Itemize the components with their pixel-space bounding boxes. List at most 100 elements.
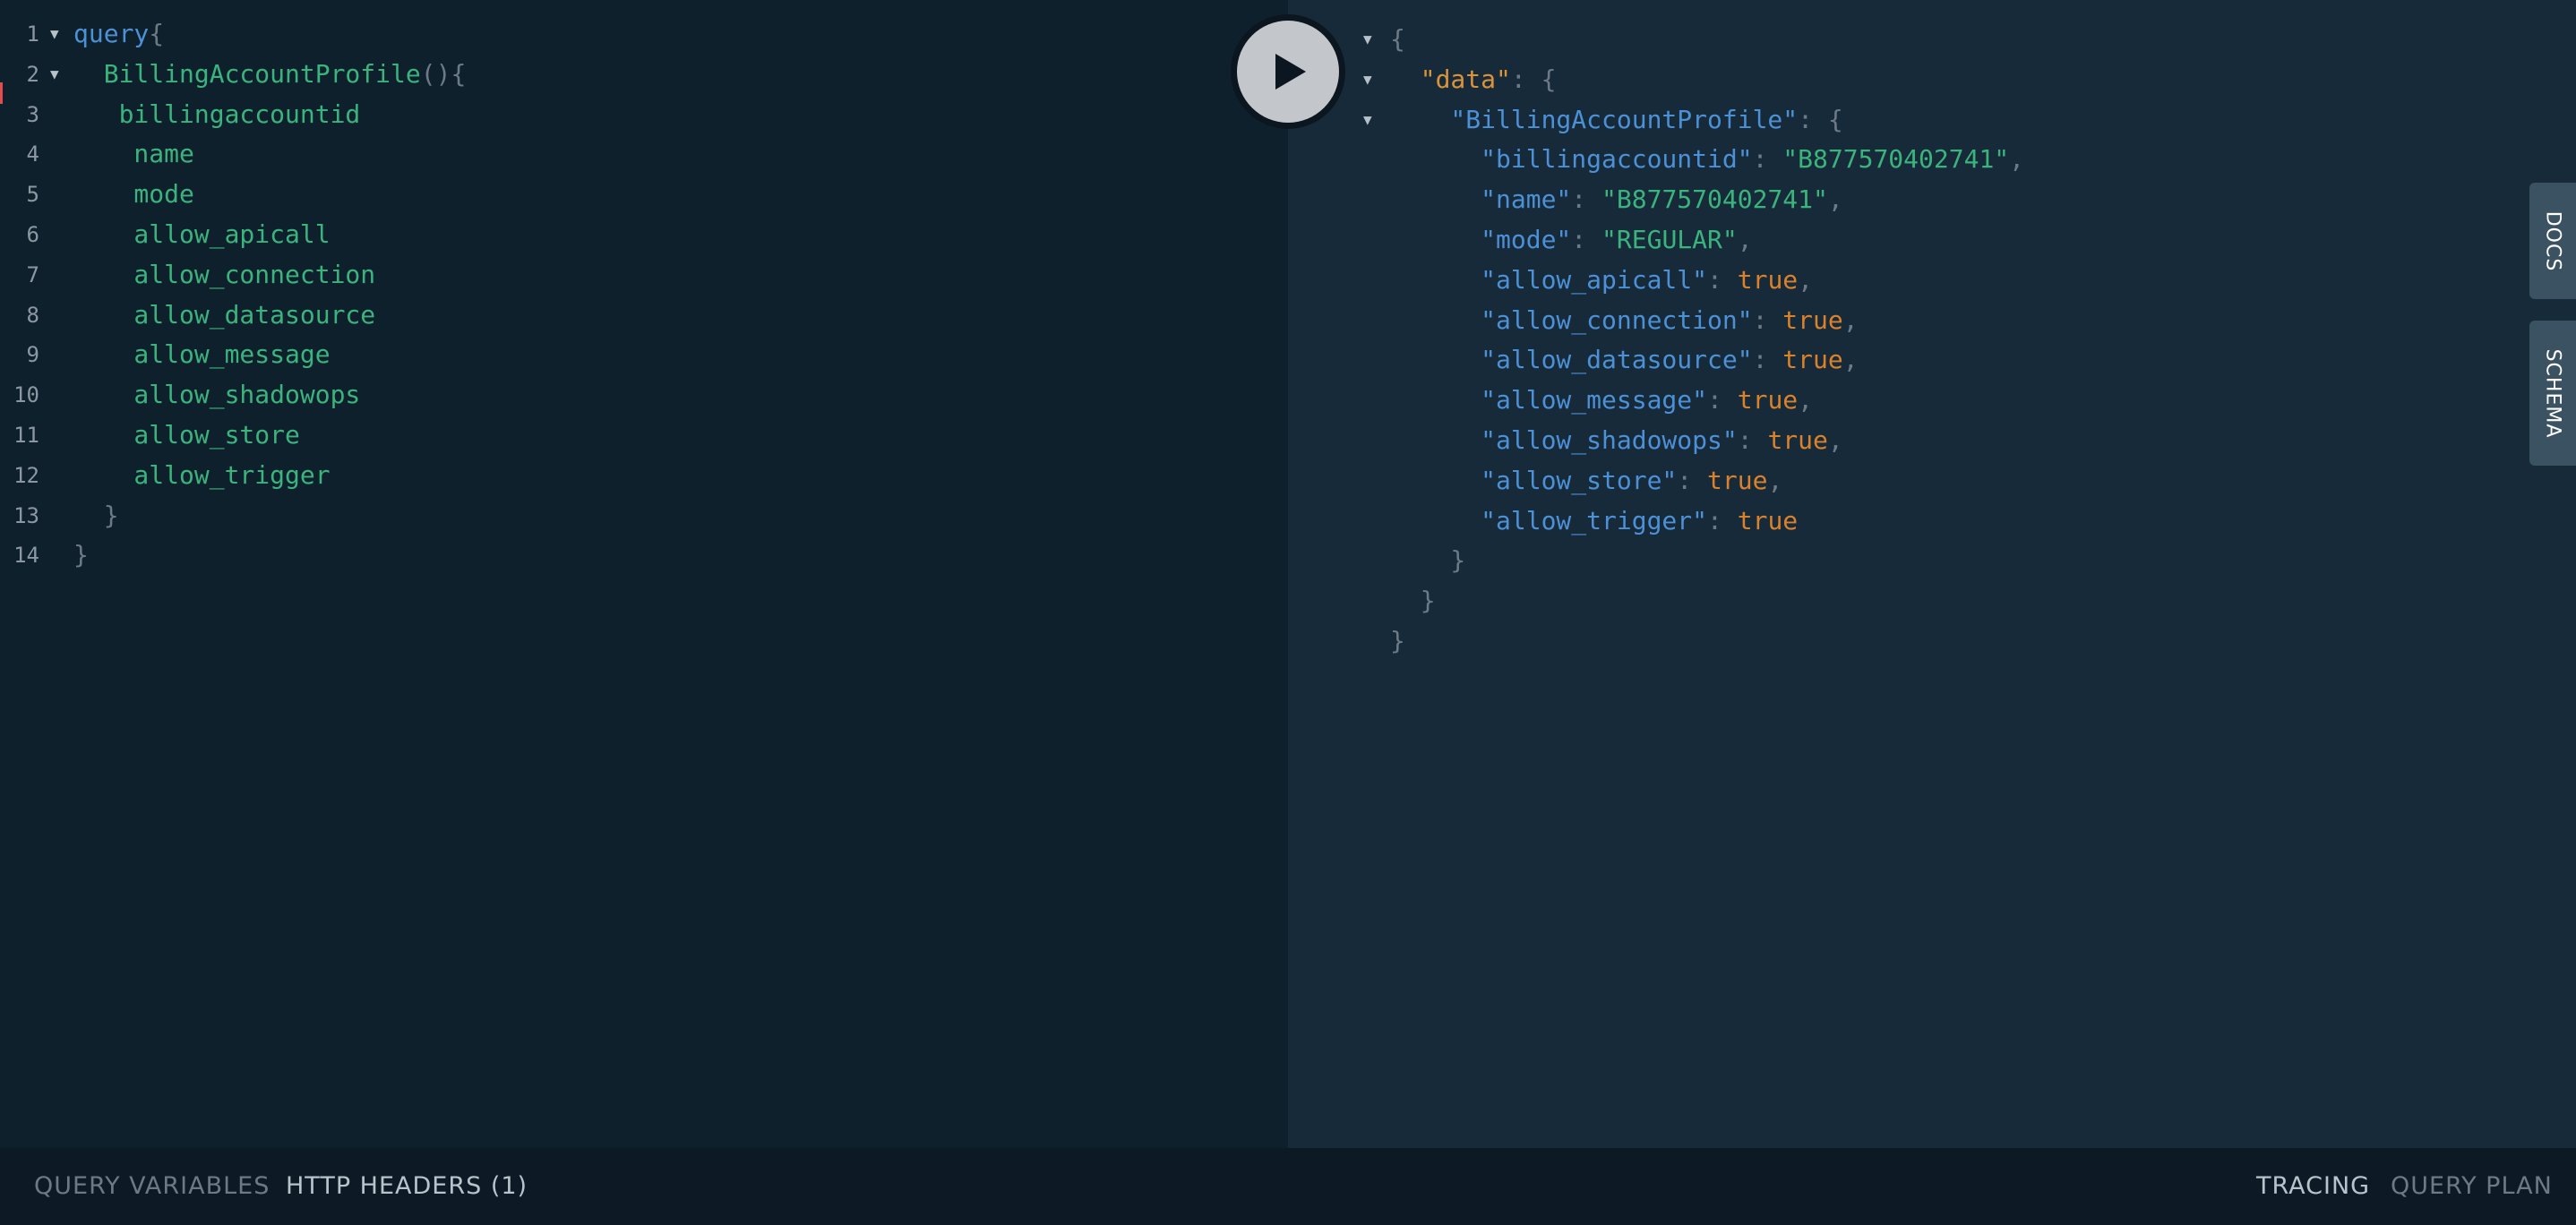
- json-token: "REGULAR": [1601, 225, 1738, 254]
- query-variables-tab[interactable]: QUERY VARIABLES: [34, 1148, 270, 1225]
- code-text: allow_apicall: [73, 215, 331, 254]
- code-token: allow_store: [73, 420, 300, 450]
- result-line: "allow_shadowops": true,: [1288, 421, 2524, 460]
- result-viewer[interactable]: ▼{▼ "data": {▼ "BillingAccountProfile": …: [1288, 0, 2576, 1148]
- run-query-button[interactable]: [1231, 14, 1345, 129]
- json-token: true: [1737, 264, 1799, 295]
- json-token: :: [1707, 385, 1738, 415]
- result-text: "billingaccountid": "B877570402741",: [1390, 140, 2024, 179]
- code-text: mode: [73, 175, 193, 214]
- code-text: allow_datasource: [73, 296, 375, 335]
- query-plan-tab[interactable]: QUERY PLAN: [2391, 1148, 2553, 1225]
- editor-line[interactable]: 4 name: [0, 134, 1281, 174]
- json-token: ,: [1737, 225, 1753, 254]
- result-line: }: [1288, 541, 2524, 580]
- json-token: ,: [1842, 345, 1859, 375]
- result-text: }: [1390, 621, 1405, 661]
- fold-arrow-icon[interactable]: ▼: [50, 55, 59, 94]
- json-token: ,: [1827, 425, 1843, 455]
- result-text: "allow_message": true,: [1390, 381, 1813, 420]
- json-token: :: [1571, 225, 1602, 254]
- line-number: 14: [13, 543, 39, 569]
- json-token: :: [1752, 304, 1783, 335]
- json-token: "data": [1390, 64, 1511, 94]
- schema-tab-label: SCHEMA: [2541, 348, 2564, 438]
- editor-line[interactable]: 3 billingaccountid: [0, 95, 1281, 134]
- code-token: BillingAccountProfile: [73, 58, 421, 89]
- result-line: "allow_datasource": true,: [1288, 340, 2524, 380]
- result-text: }: [1390, 541, 1465, 580]
- editor-line[interactable]: 6 allow_apicall: [0, 215, 1281, 254]
- code-token: allow_message: [73, 339, 331, 370]
- result-line: "mode": "REGULAR",: [1288, 220, 2524, 260]
- line-number: 2: [26, 61, 39, 87]
- json-token: :: [1677, 465, 1708, 495]
- fold-arrow-icon[interactable]: ▼: [50, 14, 59, 54]
- editor-line[interactable]: 13 }: [0, 496, 1281, 535]
- http-headers-tab[interactable]: HTTP HEADERS (1): [286, 1148, 528, 1225]
- editor-line[interactable]: 10 allow_shadowops: [0, 375, 1281, 415]
- docs-tab-label: DOCS: [2541, 210, 2564, 271]
- line-number: 11: [13, 423, 39, 448]
- docs-tab[interactable]: DOCS: [2529, 183, 2576, 299]
- editor-line[interactable]: 11 allow_store: [0, 415, 1281, 455]
- code-token: allow_apicall: [73, 219, 331, 249]
- json-token: ,: [2009, 144, 2025, 175]
- result-line: ▼ "data": {: [1288, 60, 2524, 99]
- result-line: "allow_apicall": true,: [1288, 261, 2524, 300]
- result-text: "allow_apicall": true,: [1390, 261, 1813, 300]
- code-text: BillingAccountProfile(){: [73, 55, 467, 94]
- query-editor[interactable]: 1 ▼ query{2 ▼ BillingAccountProfile(){3 bil…: [0, 0, 1288, 1148]
- result-text: {: [1390, 20, 1405, 59]
- code-text: query{: [73, 14, 164, 54]
- editor-line[interactable]: 12 allow_trigger: [0, 456, 1281, 495]
- json-token: :: [1752, 345, 1783, 375]
- json-token: "mode": [1390, 225, 1572, 254]
- code-text: allow_trigger: [73, 456, 330, 495]
- result-line: "allow_connection": true,: [1288, 301, 2524, 340]
- editor-line[interactable]: 5 mode: [0, 175, 1281, 214]
- schema-tab[interactable]: SCHEMA: [2529, 321, 2576, 466]
- json-token: "allow_trigger": [1390, 505, 1708, 535]
- line-number: 5: [26, 182, 39, 208]
- result-line: "billingaccountid": "B877570402741",: [1288, 140, 2524, 179]
- editor-line[interactable]: 2 ▼ BillingAccountProfile(){: [0, 55, 1281, 94]
- result-line: "allow_store": true,: [1288, 461, 2524, 501]
- result-text: "name": "B877570402741",: [1390, 180, 1843, 219]
- result-text: "mode": "REGULAR",: [1390, 220, 1753, 260]
- result-text: "allow_connection": true,: [1390, 301, 1858, 340]
- editor-line[interactable]: 9 allow_message: [0, 335, 1281, 374]
- fold-arrow-icon[interactable]: ▼: [1363, 60, 1372, 99]
- json-token: : {: [1510, 64, 1557, 94]
- result-text: "BillingAccountProfile": {: [1390, 100, 1843, 140]
- editor-line[interactable]: 14}: [0, 535, 1281, 575]
- json-token: }: [1390, 626, 1405, 655]
- code-text: billingaccountid: [73, 95, 361, 134]
- line-number: 6: [26, 222, 39, 247]
- code-text: }: [73, 535, 89, 575]
- code-text: allow_connection: [73, 255, 375, 295]
- code-token: allow_shadowops: [73, 380, 361, 410]
- json-token: :: [1571, 184, 1602, 215]
- json-token: "allow_shadowops": [1390, 425, 1738, 455]
- result-line: "allow_trigger": true: [1288, 501, 2524, 541]
- editor-line[interactable]: 7 allow_connection: [0, 255, 1281, 295]
- result-text: "allow_store": true,: [1390, 461, 1782, 501]
- json-token: }: [1390, 586, 1436, 616]
- editor-line[interactable]: 8 allow_datasource: [0, 296, 1281, 335]
- code-token: }: [73, 500, 119, 530]
- editor-line[interactable]: 1 ▼ query{: [0, 14, 1281, 54]
- json-token: :: [1707, 264, 1738, 295]
- fold-arrow-icon[interactable]: ▼: [1363, 20, 1372, 59]
- result-line: ▼ "BillingAccountProfile": {: [1288, 100, 2524, 140]
- tracing-tab[interactable]: TRACING: [2256, 1148, 2370, 1225]
- json-token: :: [1737, 425, 1768, 455]
- json-token: "B877570402741": [1782, 144, 2010, 175]
- json-token: "billingaccountid": [1390, 144, 1753, 175]
- json-token: ,: [1827, 184, 1843, 215]
- json-token: true: [1767, 425, 1828, 455]
- json-token: }: [1390, 545, 1466, 576]
- fold-arrow-icon[interactable]: ▼: [1363, 100, 1372, 140]
- json-token: : {: [1798, 104, 1843, 134]
- code-token: {: [149, 19, 165, 48]
